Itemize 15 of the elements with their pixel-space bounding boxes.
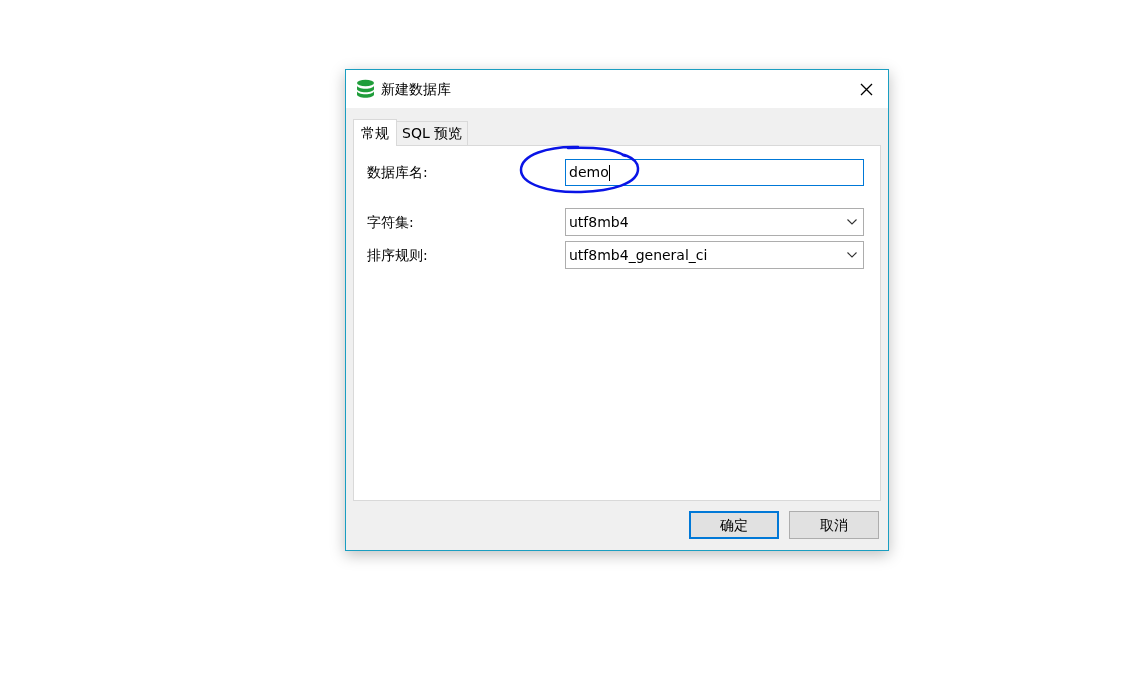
tab[interactable]: SQL 预览 xyxy=(397,121,469,145)
tab[interactable]: 常规 xyxy=(353,119,397,146)
dropdown[interactable]: utf8mb4_general_ci xyxy=(565,241,864,269)
field-label: 字符集: xyxy=(367,212,415,232)
dialog-button[interactable]: 确定 xyxy=(689,511,779,539)
database-icon xyxy=(356,79,375,99)
field-label: 排序规则: xyxy=(367,245,429,265)
chevron-down-icon xyxy=(847,252,857,258)
dropdown[interactable]: utf8mb4 xyxy=(565,208,864,236)
field-label: 数据库名: xyxy=(367,163,429,182)
window-title: 新建数据库 xyxy=(381,79,452,99)
input-field[interactable]: demo xyxy=(565,159,864,186)
chevron-down-icon xyxy=(847,219,857,225)
dialog-button[interactable]: 取消 xyxy=(789,511,879,539)
close-icon xyxy=(859,82,873,96)
